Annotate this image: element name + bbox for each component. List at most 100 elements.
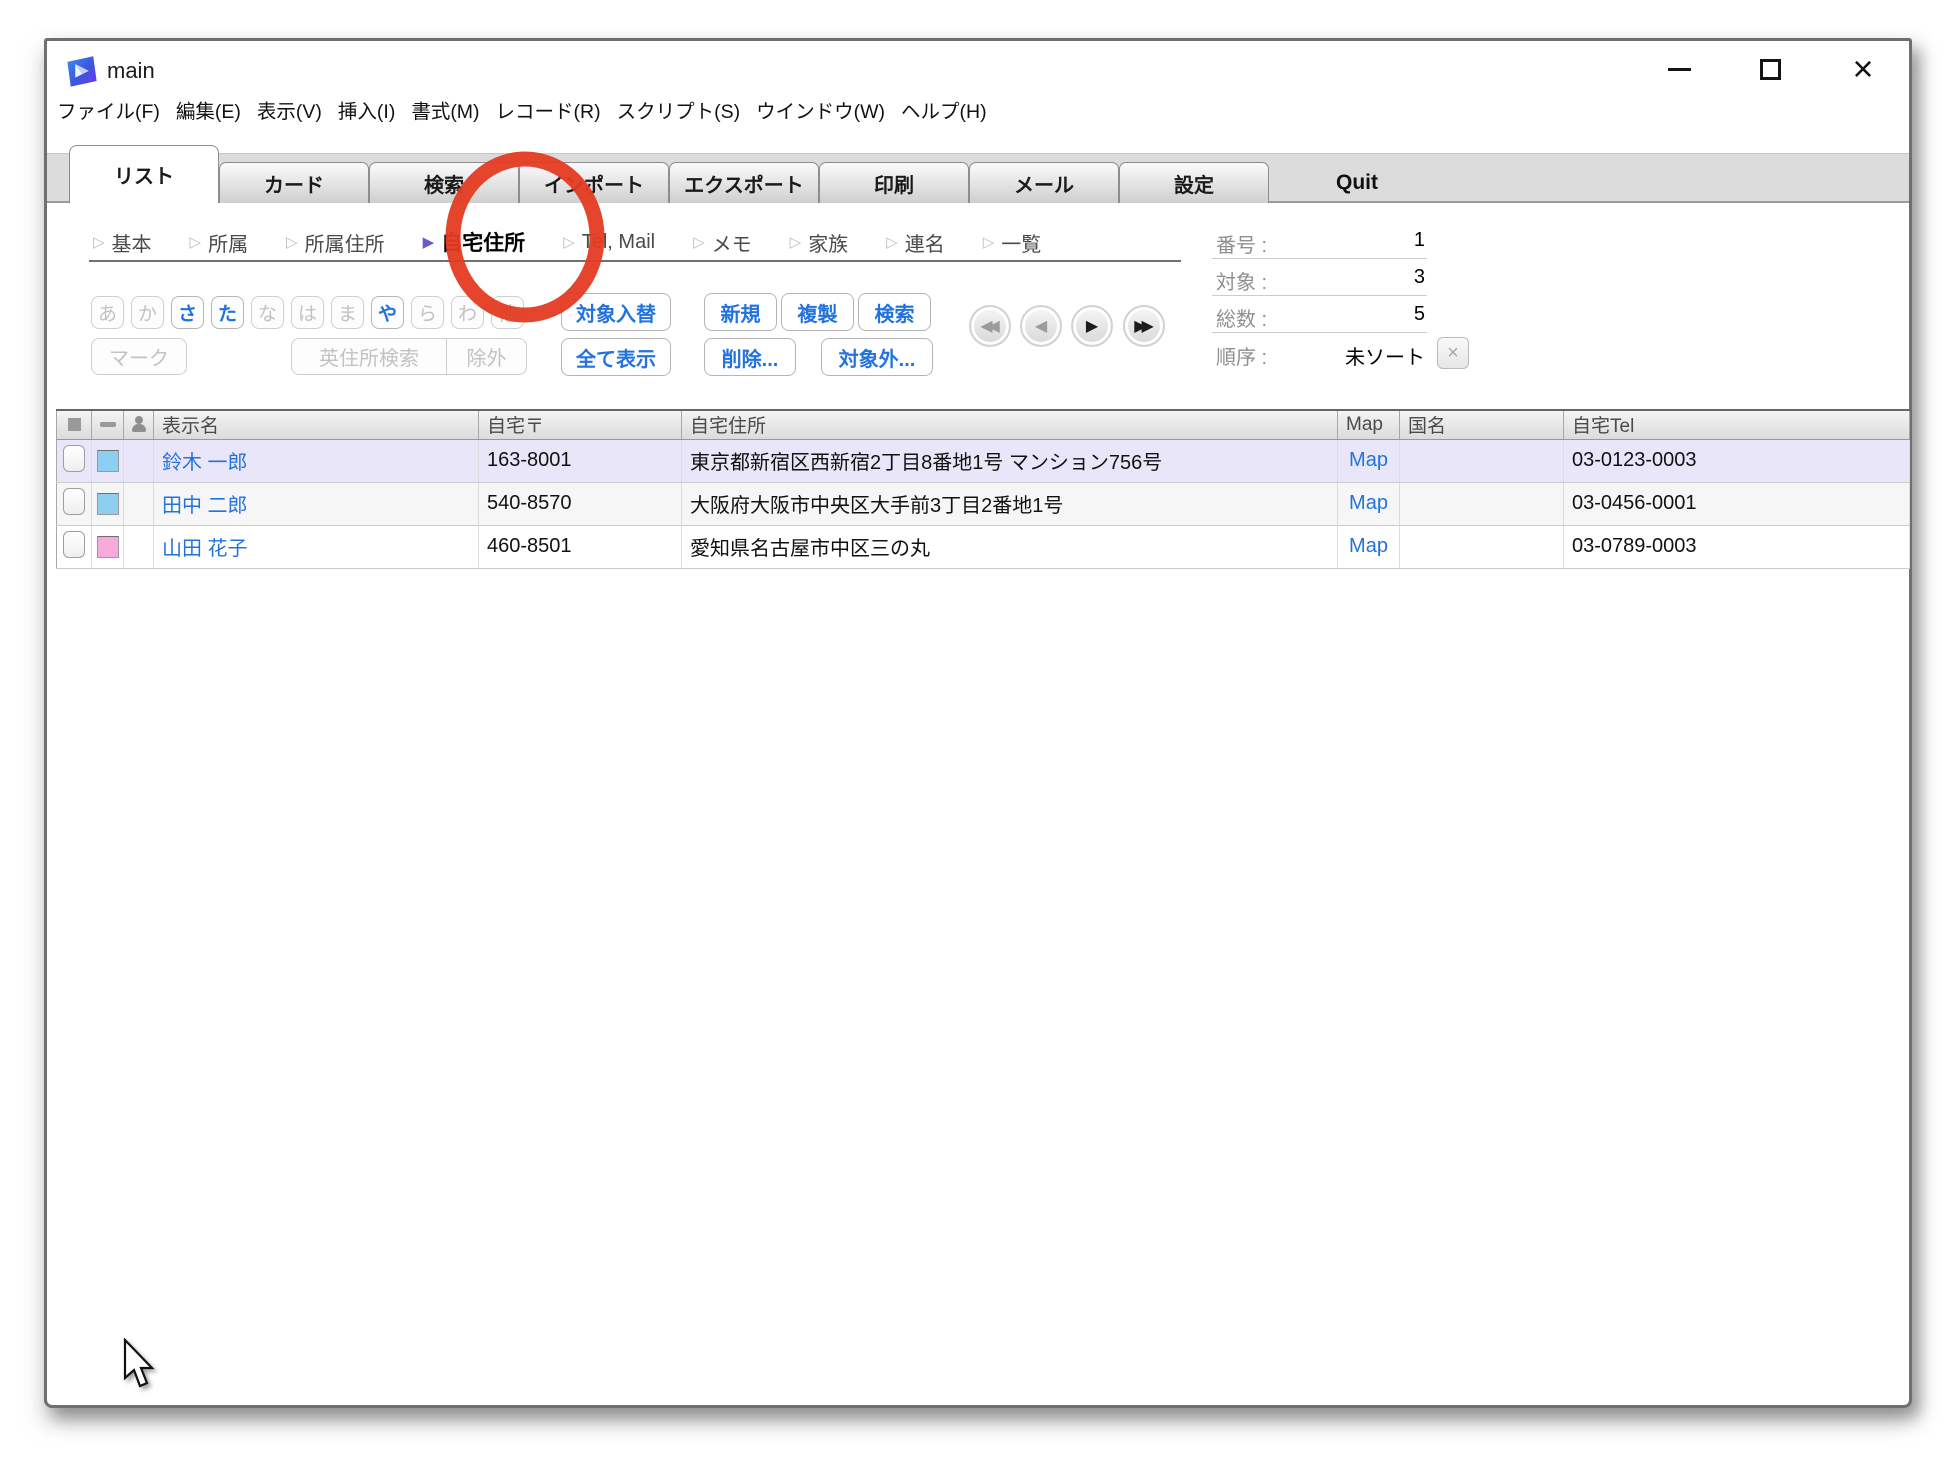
menu-bar: ファイル(F) 編集(E) 表示(V) 挿入(I) 書式(M) レコード(R) …: [57, 95, 987, 124]
kana-button-ma[interactable]: ま: [331, 296, 364, 329]
maximize-button[interactable]: [1750, 49, 1790, 89]
menu-item-records[interactable]: レコード(R): [496, 95, 601, 124]
triangle-icon: ▷: [286, 233, 298, 251]
tab-import[interactable]: インポート: [519, 162, 669, 203]
counter-sort-value: 未ソート: [1247, 341, 1425, 370]
menu-item-format[interactable]: 書式(M): [411, 95, 479, 124]
column-header-display-name[interactable]: 表示名: [154, 410, 479, 439]
map-link[interactable]: Map: [1349, 492, 1388, 514]
column-header-home-address[interactable]: 自宅住所: [682, 410, 1338, 439]
row-checkbox[interactable]: [63, 531, 85, 558]
subtab-affiliation-address[interactable]: ▷ 所属住所: [286, 228, 385, 257]
en-address-search-button[interactable]: 英住所検索: [292, 339, 447, 374]
sort-clear-button[interactable]: ×: [1437, 337, 1469, 369]
subtab-basic[interactable]: ▷ 基本: [93, 228, 152, 257]
last-record-button[interactable]: ▶▶: [1123, 305, 1165, 347]
new-record-button[interactable]: 新規: [704, 293, 777, 331]
subtab-joint-name[interactable]: ▷ 連名: [886, 228, 945, 257]
map-link[interactable]: Map: [1349, 449, 1388, 471]
close-icon: ×: [1852, 51, 1873, 87]
kana-button-ya[interactable]: や: [371, 296, 404, 329]
record-name-link[interactable]: 田中 二郎: [162, 495, 248, 517]
tab-export[interactable]: エクスポート: [669, 162, 819, 203]
close-button[interactable]: ×: [1843, 49, 1883, 89]
record-name-link[interactable]: 鈴木 一郎: [162, 452, 248, 474]
subtab-memo[interactable]: ▷ メモ: [693, 228, 752, 257]
record-name-link[interactable]: 山田 花子: [162, 538, 248, 560]
subtab-family[interactable]: ▷ 家族: [790, 228, 849, 257]
menu-item-help[interactable]: ヘルプ(H): [901, 95, 987, 124]
tab-mail[interactable]: メール: [969, 162, 1119, 203]
triangle-icon: ▷: [790, 233, 802, 251]
duplicate-button[interactable]: 複製: [781, 293, 854, 331]
row-checkbox[interactable]: [63, 488, 85, 515]
kana-button-ta[interactable]: た: [211, 296, 244, 329]
subtab-bar: ▷ 基本 ▷ 所属 ▷ 所属住所 ▶ 自宅住所 ▷ Tel, Mail ▷ メモ: [93, 227, 1041, 257]
row-checkbox[interactable]: [63, 445, 85, 472]
tab-print[interactable]: 印刷: [819, 162, 969, 203]
row-marker-swatch[interactable]: [97, 536, 119, 558]
desktop: main × ファイル(F) 編集(E) 表示(V) 挿入(I) 書式(M) レ…: [0, 0, 1958, 1462]
prev-record-button[interactable]: ◀: [1020, 305, 1062, 347]
menu-item-scripts[interactable]: スクリプト(S): [617, 95, 741, 124]
subtab-label: 基本: [112, 228, 152, 257]
show-all-button[interactable]: 全て表示: [561, 338, 671, 376]
subtab-affiliation[interactable]: ▷ 所属: [190, 228, 249, 257]
kana-button-a[interactable]: あ: [91, 296, 124, 329]
first-record-icon: ◀◀: [980, 316, 995, 336]
maximize-icon: [1760, 59, 1781, 80]
column-header-country[interactable]: 国名: [1400, 410, 1564, 439]
column-header-home-tel[interactable]: 自宅Tel: [1564, 410, 1910, 439]
tab-quit[interactable]: Quit: [1297, 162, 1417, 203]
column-header-home-postal[interactable]: 自宅〒: [479, 410, 682, 439]
menu-item-view[interactable]: 表示(V): [257, 95, 322, 124]
delete-button[interactable]: 削除...: [704, 338, 796, 376]
target-swap-button[interactable]: 対象入替: [561, 293, 671, 331]
record-table: 表示名 自宅〒 自宅住所 Map 国名 自宅Tel 鈴木 一郎 163-8001…: [56, 409, 1910, 569]
kana-button-ra[interactable]: ら: [411, 296, 444, 329]
select-column-header[interactable]: [57, 410, 92, 439]
kana-button-sa[interactable]: さ: [171, 296, 204, 329]
map-link[interactable]: Map: [1349, 535, 1388, 557]
person-icon: [130, 416, 148, 433]
tab-card[interactable]: カード: [219, 162, 369, 203]
menu-item-edit[interactable]: 編集(E): [176, 95, 241, 124]
postal-cell: 540-8570: [479, 482, 682, 525]
country-cell: [1400, 482, 1564, 525]
row-marker-swatch[interactable]: [97, 493, 119, 515]
square-icon: [68, 418, 81, 431]
menu-item-window[interactable]: ウインドウ(W): [756, 95, 885, 124]
exclude-button[interactable]: 除外: [447, 339, 526, 374]
first-record-button[interactable]: ◀◀: [969, 305, 1011, 347]
column-header-map[interactable]: Map: [1338, 410, 1400, 439]
minimize-button[interactable]: [1659, 49, 1699, 89]
counter-separator: [1212, 258, 1427, 259]
subtab-home-address[interactable]: ▶ 自宅住所: [423, 227, 526, 257]
subtab-tel-mail[interactable]: ▷ Tel, Mail: [563, 231, 655, 254]
triangle-icon: ▷: [563, 233, 575, 251]
kana-filter-bar: あ か さ た な は ま や ら わ 他: [91, 296, 524, 329]
kana-button-wa[interactable]: わ: [451, 296, 484, 329]
next-record-button[interactable]: ▶: [1071, 305, 1113, 347]
triangle-icon: ▷: [190, 233, 202, 251]
subtab-label: 自宅住所: [441, 227, 525, 257]
omit-button[interactable]: 対象外...: [821, 338, 933, 376]
subtab-label: 一覧: [1001, 228, 1041, 257]
mark-button[interactable]: マーク: [91, 338, 187, 375]
kana-button-other[interactable]: 他: [491, 296, 524, 329]
tab-search[interactable]: 検索: [369, 162, 519, 203]
tab-settings[interactable]: 設定: [1119, 162, 1269, 203]
kana-button-ha[interactable]: は: [291, 296, 324, 329]
kana-button-ka[interactable]: か: [131, 296, 164, 329]
subtab-label: メモ: [712, 228, 752, 257]
subtab-overview[interactable]: ▷ 一覧: [983, 228, 1042, 257]
kana-button-na[interactable]: な: [251, 296, 284, 329]
find-button[interactable]: 検索: [858, 293, 931, 331]
tab-list[interactable]: リスト: [69, 145, 219, 203]
marker-column-header[interactable]: [92, 410, 124, 439]
address-cell: 愛知県名古屋市中区三の丸: [682, 525, 1338, 568]
person-column-header[interactable]: [124, 410, 154, 439]
menu-item-insert[interactable]: 挿入(I): [338, 95, 395, 124]
menu-item-file[interactable]: ファイル(F): [57, 95, 160, 124]
row-marker-swatch[interactable]: [97, 450, 119, 472]
